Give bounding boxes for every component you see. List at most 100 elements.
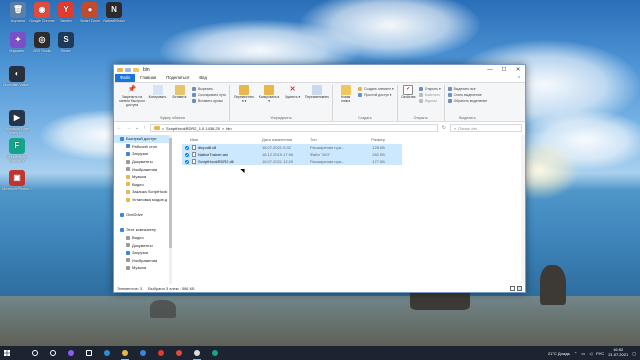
- network-icon[interactable]: ▭: [581, 351, 585, 356]
- minimize-button[interactable]: —: [483, 65, 497, 74]
- properties-button[interactable]: ✔ Свойства: [401, 85, 416, 116]
- tab-view[interactable]: Вид: [194, 74, 212, 82]
- nav-item[interactable]: Рабочий стол: [114, 143, 172, 151]
- taskbar-edge-icon[interactable]: [100, 346, 114, 360]
- close-button[interactable]: ✕: [511, 65, 525, 74]
- breadcrumb-bin[interactable]: bin: [226, 126, 231, 131]
- select-none-button[interactable]: Снять выделение: [447, 92, 488, 97]
- nav-item[interactable]: Быстрый доступ: [114, 135, 172, 143]
- rename-button[interactable]: Переименовать: [305, 85, 329, 116]
- tab-file[interactable]: Файл: [115, 74, 136, 82]
- file-row[interactable]: ScriptHookRDR2.dll 18.07.2021 12:29 Расшир…: [182, 158, 402, 165]
- taskbar-explorer-icon[interactable]: [118, 346, 132, 360]
- file-row[interactable]: NativeTrainer.asi 16.12.2019 17:06 Файл "A…: [182, 151, 402, 158]
- desktop-icon[interactable]: S Steam: [51, 32, 81, 53]
- paste-button[interactable]: Вставить: [170, 85, 189, 116]
- desktop-icon[interactable]: F Wondershare Filmora X: [2, 138, 32, 163]
- column-type[interactable]: Тип: [310, 137, 355, 142]
- large-icons-view-icon[interactable]: [517, 286, 522, 291]
- nav-item[interactable]: OneDrive: [114, 211, 172, 219]
- breadcrumb-scripthook[interactable]: ScriptHookRDR2_1.0.1436.25: [166, 126, 220, 131]
- copy-button[interactable]: Копировать: [148, 85, 167, 116]
- refresh-button[interactable]: ↻: [442, 125, 446, 131]
- history-button[interactable]: Журнал: [418, 98, 441, 103]
- nav-item[interactable]: Загрузки: [114, 150, 172, 158]
- invert-selection-icon: [447, 98, 452, 103]
- file-row[interactable]: dinput8.dll 18.07.2021 9:32 Расширение при…: [182, 144, 402, 151]
- row-checkbox[interactable]: [185, 159, 189, 164]
- file-scrollbar[interactable]: [521, 135, 525, 284]
- recent-locations-button[interactable]: ⌄: [135, 125, 139, 131]
- up-button[interactable]: ↑: [143, 125, 146, 131]
- app-icon: ✦: [10, 32, 26, 48]
- back-button[interactable]: ←: [117, 125, 122, 131]
- edit-button[interactable]: Изменить: [418, 92, 441, 97]
- new-folder-quick-icon[interactable]: [133, 67, 139, 72]
- title-bar[interactable]: bin — ☐ ✕: [114, 65, 525, 74]
- nav-item[interactable]: Видео: [114, 234, 172, 242]
- nav-item[interactable]: Закачка ScriptHook: [114, 188, 172, 196]
- details-view-icon[interactable]: [510, 286, 515, 291]
- forward-button[interactable]: →: [126, 125, 131, 131]
- column-date[interactable]: Дата изменения: [262, 137, 310, 142]
- nav-item[interactable]: Видео: [114, 181, 172, 189]
- maximize-button[interactable]: ☐: [497, 65, 511, 74]
- delete-button[interactable]: ✕ Удалить ▾: [283, 85, 302, 116]
- taskbar-chrome-icon[interactable]: [172, 346, 186, 360]
- row-checkbox[interactable]: [185, 152, 189, 157]
- ribbon-tabs: Файл Главная Поделиться Вид ?: [114, 74, 525, 82]
- clock[interactable]: 16:52 21.07.2021: [608, 348, 628, 357]
- nav-item[interactable]: Изображения: [114, 257, 172, 265]
- nav-item[interactable]: Загрузки: [114, 249, 172, 257]
- volume-icon[interactable]: ◁: [589, 351, 592, 356]
- desktop-icon[interactable]: N NaturalVision: [99, 2, 129, 23]
- address-field[interactable]: > ScriptHookRDR2_1.0.1436.25 > bin: [149, 124, 438, 132]
- paste-shortcut-button[interactable]: Вставить ярлык: [192, 98, 226, 103]
- tray-chevron-icon[interactable]: ⌃: [574, 351, 577, 356]
- pin-quick-access-button[interactable]: 📌 Закрепить на панели быстрого доступа: [119, 85, 145, 116]
- app-icon: ▣: [9, 170, 25, 186]
- nav-item[interactable]: Музыка: [114, 173, 172, 181]
- new-folder-button[interactable]: Новая папка: [336, 85, 355, 116]
- column-name[interactable]: Имя: [182, 137, 262, 142]
- taskbar-store-icon[interactable]: [136, 346, 150, 360]
- nav-item[interactable]: Документы: [114, 241, 172, 249]
- copy-to-button[interactable]: Копировать в ▾: [258, 85, 280, 116]
- taskbar-cortana-icon[interactable]: [46, 346, 60, 360]
- weather-widget[interactable]: 21°C Дождь: [548, 351, 570, 356]
- row-checkbox[interactable]: [185, 145, 189, 150]
- copy-path-button[interactable]: Скопировать путь: [192, 92, 226, 97]
- tab-home[interactable]: Главная: [135, 74, 161, 82]
- taskbar-yandex-icon[interactable]: [154, 346, 168, 360]
- desktop-icon[interactable]: ▣ Microsoft Photos...: [2, 170, 32, 191]
- properties-quick-icon[interactable]: [125, 67, 131, 72]
- nav-item[interactable]: Установка модов д: [114, 196, 172, 204]
- move-to-button[interactable]: Переместить в ▾: [233, 85, 255, 116]
- taskbar-filmora-icon[interactable]: [208, 346, 222, 360]
- nav-item[interactable]: Этот компьютер: [114, 226, 172, 234]
- taskbar-obs-icon[interactable]: [190, 346, 204, 360]
- invert-selection-button[interactable]: Обратить выделение: [447, 98, 487, 103]
- help-button[interactable]: ?: [513, 74, 525, 82]
- search-input[interactable]: ⌕ Поиск: bin: [450, 124, 522, 132]
- nav-item-icon: [126, 250, 130, 255]
- nav-item[interactable]: Документы: [114, 158, 172, 166]
- explorer-window[interactable]: bin — ☐ ✕ Файл Главная Поделиться Вид ? …: [113, 64, 526, 293]
- open-button[interactable]: Открыть ▾: [418, 86, 441, 91]
- nav-item[interactable]: Изображения: [114, 165, 172, 173]
- notifications-icon[interactable]: ▢: [632, 351, 636, 356]
- tab-share[interactable]: Поделиться: [161, 74, 194, 82]
- desktop-icon[interactable]: ▶ Microsoft Edge Video Vi...: [2, 110, 32, 135]
- start-button[interactable]: [0, 346, 14, 360]
- desktop-icon[interactable]: ◐ Clownfish Voice...: [2, 66, 32, 87]
- language-indicator[interactable]: РУС: [596, 351, 604, 356]
- select-all-button[interactable]: Выделить все: [447, 86, 488, 91]
- new-item-button[interactable]: Создать элемент ▾: [358, 86, 394, 91]
- taskbar-alice-icon[interactable]: [64, 346, 78, 360]
- taskbar-search-icon[interactable]: [28, 346, 42, 360]
- nav-item[interactable]: Музыка: [114, 264, 172, 272]
- column-size[interactable]: Размер: [355, 137, 385, 142]
- easy-access-button[interactable]: Простой доступ ▾: [358, 92, 394, 97]
- taskbar-task-view-icon[interactable]: [82, 346, 96, 360]
- cut-button[interactable]: Вырезать: [192, 86, 226, 91]
